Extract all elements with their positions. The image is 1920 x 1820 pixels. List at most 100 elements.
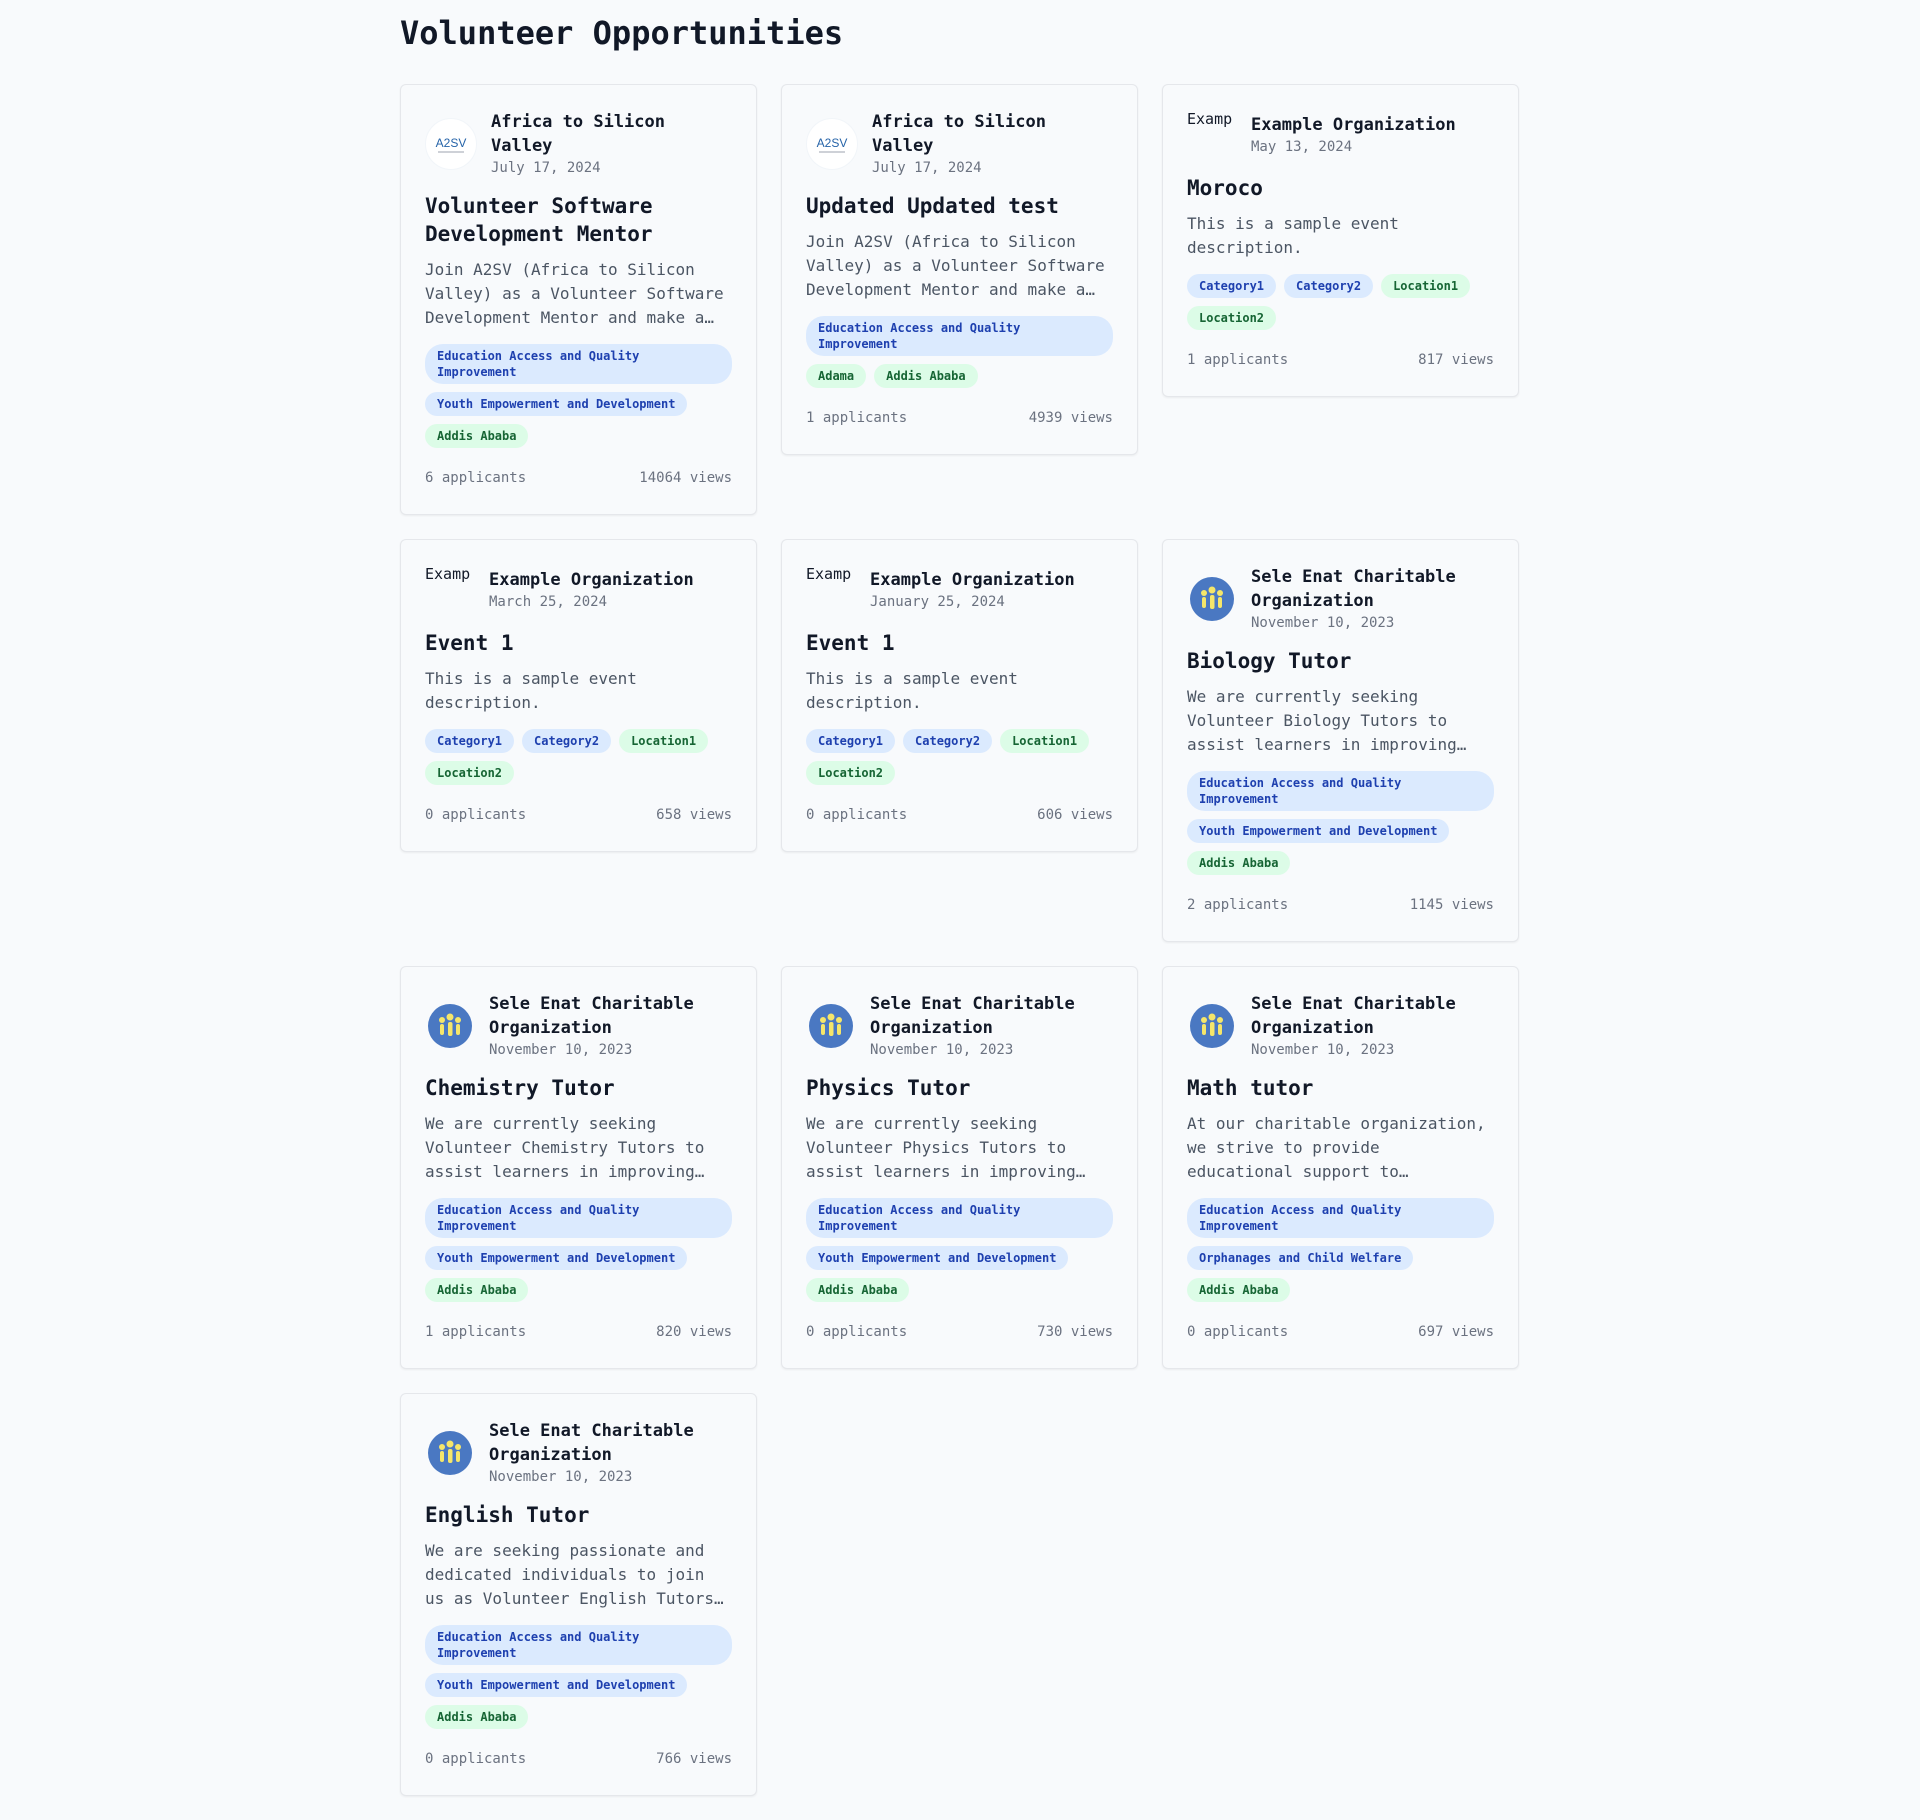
event-description: We are currently seeking Volunteer Biolo… xyxy=(1187,687,1467,754)
location-tag: Addis Ababa xyxy=(806,1278,910,1302)
org-name[interactable]: Example Organization xyxy=(1251,113,1456,137)
opportunity-card[interactable]: Sele Enat Charitable Organization Novemb… xyxy=(1162,966,1519,1369)
sele-enat-logo-icon xyxy=(806,1001,856,1051)
event-description: We are currently seeking Volunteer Physi… xyxy=(806,1114,1086,1181)
post-date: November 10, 2023 xyxy=(870,1042,1014,1058)
card-header: Sele Enat Charitable Organization Novemb… xyxy=(1187,565,1494,633)
tag-list: Education Access and Quality Improvement… xyxy=(806,316,1113,388)
event-title[interactable]: Volunteer Software Development Mentor xyxy=(425,192,732,248)
applicants-count: 0 applicants xyxy=(1187,1324,1289,1340)
event-description: Join A2SV (Africa to Silicon Valley) as … xyxy=(806,232,1105,299)
views-count: 817 views xyxy=(1418,352,1494,368)
org-name[interactable]: Africa to Silicon Valley xyxy=(872,110,1113,158)
tag-list: Education Access and Quality Improvement… xyxy=(1187,771,1494,875)
applicants-count: 0 applicants xyxy=(425,807,527,823)
opportunity-card[interactable]: A2SV Africa to Silicon Valley July 17, 2… xyxy=(400,84,757,515)
event-title[interactable]: Event 1 xyxy=(806,629,1113,657)
opportunity-card[interactable]: Sele Enat Charitable Organization Novemb… xyxy=(400,966,757,1369)
category-tag: Youth Empowerment and Development xyxy=(425,392,688,416)
opportunity-card[interactable]: Sele Enat Charitable Organization Novemb… xyxy=(781,966,1138,1369)
org-name[interactable]: Sele Enat Charitable Organization xyxy=(489,992,732,1040)
views-count: 606 views xyxy=(1037,807,1113,823)
org-name[interactable]: Sele Enat Charitable Organization xyxy=(1251,565,1494,613)
card-header: Examp Example Organization January 25, 2… xyxy=(806,565,1113,615)
card-header: Sele Enat Charitable Organization Novemb… xyxy=(425,1419,732,1487)
broken-image-icon: Examp xyxy=(806,565,852,583)
views-count: 14064 views xyxy=(639,470,732,486)
card-stats: 1 applicants 820 views xyxy=(425,1324,732,1340)
opportunity-card[interactable]: Examp Example Organization May 13, 2024 … xyxy=(1162,84,1519,397)
a2sv-logo-icon: A2SV xyxy=(425,118,477,170)
org-name[interactable]: Sele Enat Charitable Organization xyxy=(1251,992,1494,1040)
card-stats: 0 applicants 697 views xyxy=(1187,1324,1494,1340)
org-name[interactable]: Sele Enat Charitable Organization xyxy=(870,992,1113,1040)
event-title[interactable]: Moroco xyxy=(1187,174,1494,202)
location-tag: Location2 xyxy=(806,761,896,785)
category-tag: Education Access and Quality Improvement xyxy=(806,316,1113,356)
org-name[interactable]: Example Organization xyxy=(489,568,694,592)
applicants-count: 1 applicants xyxy=(425,1324,527,1340)
event-title[interactable]: Updated Updated test xyxy=(806,192,1113,220)
card-header: Examp Example Organization March 25, 202… xyxy=(425,565,732,615)
applicants-count: 0 applicants xyxy=(425,1751,527,1767)
card-stats: 0 applicants 606 views xyxy=(806,807,1113,823)
location-tag: Location1 xyxy=(1381,274,1471,298)
org-name[interactable]: Africa to Silicon Valley xyxy=(491,110,732,158)
svg-text:A2SV: A2SV xyxy=(436,136,467,150)
opportunity-card[interactable]: Sele Enat Charitable Organization Novemb… xyxy=(400,1393,757,1796)
applicants-count: 2 applicants xyxy=(1187,897,1289,913)
event-title[interactable]: English Tutor xyxy=(425,1501,732,1529)
category-tag: Education Access and Quality Improvement xyxy=(425,344,732,384)
svg-text:A2SV: A2SV xyxy=(817,136,848,150)
event-title[interactable]: Chemistry Tutor xyxy=(425,1074,732,1102)
card-stats: 6 applicants 14064 views xyxy=(425,470,732,486)
event-title[interactable]: Biology Tutor xyxy=(1187,647,1494,675)
opportunity-card[interactable]: Sele Enat Charitable Organization Novemb… xyxy=(1162,539,1519,942)
category-tag: Category2 xyxy=(903,729,993,753)
post-date: November 10, 2023 xyxy=(1251,1042,1395,1058)
views-count: 4939 views xyxy=(1028,410,1113,426)
category-tag: Category1 xyxy=(425,729,515,753)
location-tag: Location2 xyxy=(1187,306,1277,330)
page: Volunteer Opportunities A2SV Africa to S… xyxy=(400,0,1520,1820)
card-header: Sele Enat Charitable Organization Novemb… xyxy=(1187,992,1494,1060)
category-tag: Category1 xyxy=(806,729,896,753)
card-stats: 0 applicants 658 views xyxy=(425,807,732,823)
card-stats: 0 applicants 766 views xyxy=(425,1751,732,1767)
org-name[interactable]: Example Organization xyxy=(870,568,1075,592)
opportunity-card[interactable]: Examp Example Organization January 25, 2… xyxy=(781,539,1138,852)
post-date: July 17, 2024 xyxy=(491,160,601,176)
post-date: July 17, 2024 xyxy=(872,160,982,176)
category-tag: Youth Empowerment and Development xyxy=(425,1673,688,1697)
location-tag: Addis Ababa xyxy=(425,1705,529,1729)
category-tag: Category2 xyxy=(522,729,612,753)
event-description: This is a sample event description. xyxy=(806,669,1018,712)
event-title[interactable]: Physics Tutor xyxy=(806,1074,1113,1102)
category-tag: Orphanages and Child Welfare xyxy=(1187,1246,1414,1270)
location-tag: Addis Ababa xyxy=(425,424,529,448)
org-name[interactable]: Sele Enat Charitable Organization xyxy=(489,1419,732,1467)
event-description: Join A2SV (Africa to Silicon Valley) as … xyxy=(425,260,724,327)
location-tag: Addis Ababa xyxy=(874,364,978,388)
location-tag: Location1 xyxy=(619,729,709,753)
post-date: November 10, 2023 xyxy=(489,1042,633,1058)
card-stats: 0 applicants 730 views xyxy=(806,1324,1113,1340)
event-description: At our charitable organization, we striv… xyxy=(1187,1114,1486,1181)
category-tag: Category1 xyxy=(1187,274,1277,298)
post-date: March 25, 2024 xyxy=(489,594,608,610)
card-stats: 2 applicants 1145 views xyxy=(1187,897,1494,913)
tag-list: Education Access and Quality Improvement… xyxy=(806,1198,1113,1302)
applicants-count: 6 applicants xyxy=(425,470,527,486)
tag-list: Category1 Category2 Location1 Location2 xyxy=(1187,274,1494,330)
event-title[interactable]: Event 1 xyxy=(425,629,732,657)
tag-list: Category1 Category2 Location1 Location2 xyxy=(806,729,1113,785)
opportunity-card[interactable]: A2SV Africa to Silicon Valley July 17, 2… xyxy=(781,84,1138,455)
location-tag: Location1 xyxy=(1000,729,1090,753)
opportunity-grid: A2SV Africa to Silicon Valley July 17, 2… xyxy=(400,84,1520,1820)
tag-list: Education Access and Quality Improvement… xyxy=(425,344,732,448)
post-date: May 13, 2024 xyxy=(1251,139,1353,155)
opportunity-card[interactable]: Examp Example Organization March 25, 202… xyxy=(400,539,757,852)
location-tag: Location2 xyxy=(425,761,515,785)
category-tag: Education Access and Quality Improvement xyxy=(1187,771,1494,811)
event-title[interactable]: Math tutor xyxy=(1187,1074,1494,1102)
